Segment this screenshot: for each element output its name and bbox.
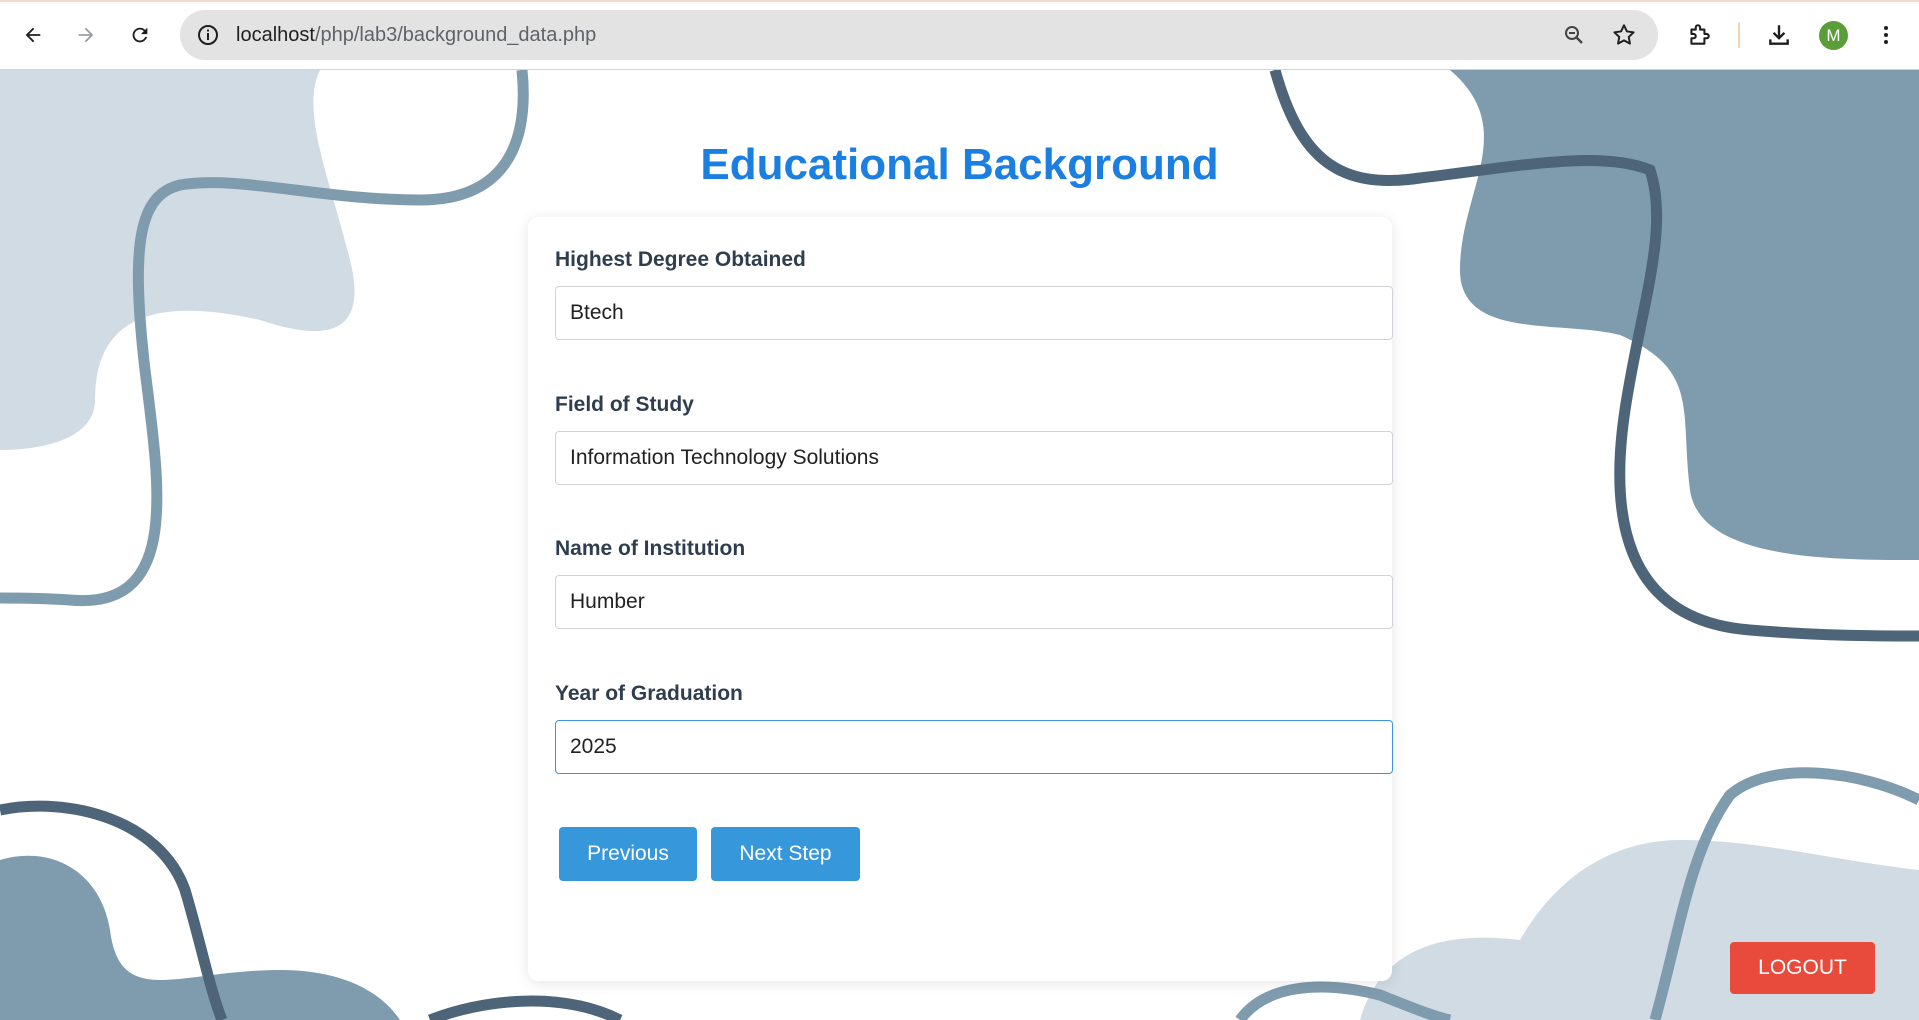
address-bar[interactable]: localhost/php/lab3/background_data.php — [180, 10, 1658, 60]
menu-kebab-icon[interactable] — [1868, 17, 1904, 53]
degree-label: Highest Degree Obtained — [555, 248, 806, 271]
next-step-button[interactable]: Next Step — [711, 827, 860, 881]
logout-button[interactable]: LOGOUT — [1730, 942, 1875, 994]
tab-strip-edge — [0, 0, 1919, 2]
site-info-icon[interactable] — [196, 23, 220, 52]
institution-input[interactable]: Humber — [555, 575, 1393, 629]
toolbar-divider — [1738, 22, 1740, 48]
degree-input[interactable]: Btech — [555, 286, 1393, 340]
url-text[interactable]: localhost/php/lab3/background_data.php — [236, 24, 596, 47]
extensions-icon[interactable] — [1681, 17, 1717, 53]
url-host: localhost — [236, 24, 315, 46]
education-form: Highest Degree Obtained Btech Field of S… — [528, 217, 1393, 981]
forward-icon[interactable] — [68, 17, 104, 53]
url-path: /php/lab3/background_data.php — [314, 24, 597, 46]
page-title: Educational Background — [700, 140, 1219, 189]
zoom-icon[interactable] — [1562, 23, 1586, 52]
browser-toolbar: localhost/php/lab3/background_data.php M — [0, 0, 1919, 70]
graduation-year-label: Year of Graduation — [555, 682, 743, 705]
field-of-study-label: Field of Study — [555, 393, 694, 416]
institution-label: Name of Institution — [555, 537, 746, 560]
reload-icon[interactable] — [122, 17, 158, 53]
field-of-study-input[interactable]: Information Technology Solutions — [555, 431, 1393, 485]
back-icon[interactable] — [15, 17, 51, 53]
previous-button[interactable]: Previous — [559, 827, 697, 881]
page-content: Educational Background Highest Degree Ob… — [0, 70, 1919, 1020]
bookmark-star-icon[interactable] — [1611, 22, 1637, 53]
graduation-year-input[interactable]: 2025 — [555, 720, 1393, 774]
profile-avatar[interactable]: M — [1819, 21, 1848, 50]
download-icon[interactable] — [1761, 17, 1797, 53]
